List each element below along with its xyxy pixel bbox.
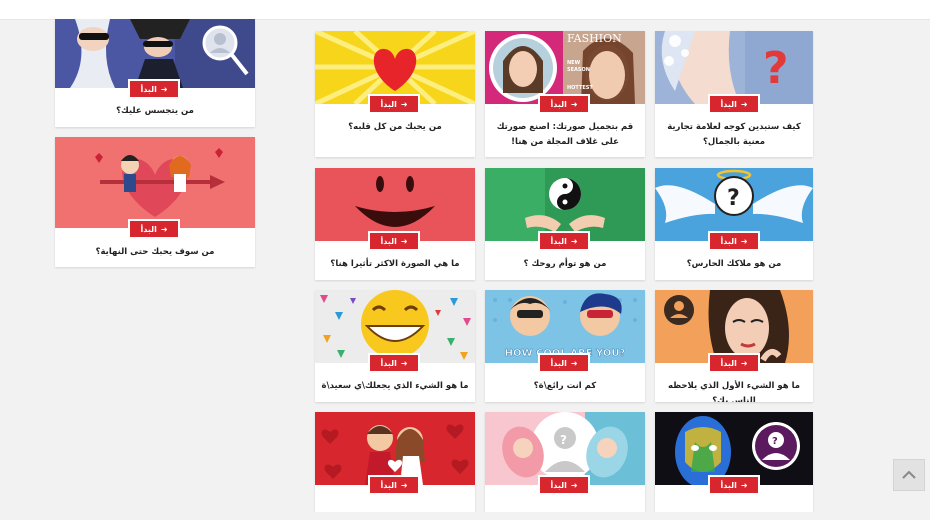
svg-text:?: ? bbox=[560, 433, 567, 447]
quiz-card[interactable]: ? البدأ ➜ كيف ستبدين كوجه لعلامة تجارية … bbox=[655, 31, 813, 157]
start-label: البدأ bbox=[720, 236, 737, 246]
quiz-card[interactable]: البدأ ➜ ما هو الشيء الذي يجعلك\ي سعيد\ة bbox=[315, 290, 475, 402]
arrow-icon: ➜ bbox=[160, 224, 168, 234]
start-button[interactable]: البدأ ➜ bbox=[708, 353, 760, 373]
quiz-card[interactable]: ? البدأ ➜ من هو ملاكك الحارس؟ bbox=[655, 168, 813, 280]
start-button[interactable]: البدأ ➜ bbox=[538, 475, 590, 495]
arrow-icon: ➜ bbox=[740, 99, 748, 109]
card-title[interactable]: ما هو الشيء الأول الذي يلاحظه الناس بك؟ bbox=[661, 379, 807, 402]
start-button[interactable]: البدأ ➜ bbox=[708, 475, 760, 495]
quiz-card[interactable]: ? البدأ ➜ bbox=[485, 412, 645, 520]
card-title[interactable]: كيف ستبدين كوجه لعلامة تجارية معنية بالج… bbox=[661, 120, 807, 150]
quiz-card[interactable]: البدأ ➜ من يتجسس عليك؟ bbox=[55, 19, 255, 127]
card-title[interactable]: من يتجسس عليك؟ bbox=[61, 104, 249, 119]
page-bottom-edge bbox=[0, 512, 930, 520]
card-title[interactable]: من هو توأم روحك ؟ bbox=[491, 257, 639, 272]
start-button[interactable]: البدأ ➜ bbox=[368, 475, 420, 495]
start-label: البدأ bbox=[380, 480, 397, 490]
start-button[interactable]: البدأ ➜ bbox=[128, 219, 180, 239]
start-label: البدأ bbox=[720, 480, 737, 490]
arrow-icon: ➜ bbox=[400, 480, 408, 490]
quiz-card[interactable]: البدأ ➜ من هو توأم روحك ؟ bbox=[485, 168, 645, 280]
card-title[interactable]: كم انت رائع\ة؟ bbox=[491, 379, 639, 394]
start-label: البدأ bbox=[380, 99, 397, 109]
arrow-icon: ➜ bbox=[570, 236, 578, 246]
start-label: البدأ bbox=[140, 84, 157, 94]
quiz-card[interactable]: البدأ ➜ bbox=[315, 412, 475, 520]
start-button[interactable]: البدأ ➜ bbox=[538, 353, 590, 373]
start-label: البدأ bbox=[720, 99, 737, 109]
scroll-to-top-button[interactable] bbox=[893, 459, 925, 491]
svg-text:?: ? bbox=[763, 43, 789, 94]
start-label: البدأ bbox=[140, 224, 157, 234]
card-title[interactable]: من سوف يحبك حتى النهاية؟ bbox=[61, 245, 249, 260]
quiz-card[interactable]: ? البدأ ➜ bbox=[655, 412, 813, 520]
svg-text:?: ? bbox=[727, 186, 740, 211]
start-button[interactable]: البدأ ➜ bbox=[708, 231, 760, 251]
card-title[interactable]: ما هي الصورة الاكثر تأثيرا هنا؟ bbox=[321, 257, 469, 272]
start-button[interactable]: البدأ ➜ bbox=[708, 94, 760, 114]
arrow-icon: ➜ bbox=[740, 236, 748, 246]
arrow-icon: ➜ bbox=[740, 358, 748, 368]
arrow-icon: ➜ bbox=[400, 236, 408, 246]
card-title[interactable]: من هو ملاكك الحارس؟ bbox=[661, 257, 807, 272]
magazine-line: SEASON bbox=[567, 67, 590, 73]
magazine-name: FASHION bbox=[567, 32, 622, 45]
arrow-icon: ➜ bbox=[160, 84, 168, 94]
arrow-icon: ➜ bbox=[740, 480, 748, 490]
magazine-line: HOTTEST bbox=[567, 85, 593, 91]
quiz-card[interactable]: البدأ ➜ ما هي الصورة الاكثر تأثيرا هنا؟ bbox=[315, 168, 475, 280]
arrow-icon: ➜ bbox=[570, 358, 578, 368]
start-label: البدأ bbox=[550, 480, 567, 490]
cupid-couple-image bbox=[55, 137, 255, 228]
chevron-up-icon bbox=[902, 470, 916, 479]
card-title[interactable]: ما هو الشيء الذي يجعلك\ي سعيد\ة bbox=[321, 379, 469, 394]
start-label: البدأ bbox=[550, 236, 567, 246]
start-button[interactable]: البدأ ➜ bbox=[368, 94, 420, 114]
start-button[interactable]: البدأ ➜ bbox=[368, 353, 420, 373]
card-title[interactable]: قم بتجميل صورتك: اصنع صورتك على غلاف الم… bbox=[491, 120, 639, 150]
quiz-card[interactable]: البدأ ➜ من يحبك من كل قلبه؟ bbox=[315, 31, 475, 157]
card-title[interactable]: من يحبك من كل قلبه؟ bbox=[321, 120, 469, 135]
start-button[interactable]: البدأ ➜ bbox=[368, 231, 420, 251]
start-label: البدأ bbox=[550, 358, 567, 368]
spy-couple-image bbox=[55, 19, 255, 88]
start-label: البدأ bbox=[380, 358, 397, 368]
svg-text:?: ? bbox=[772, 436, 778, 447]
top-bar bbox=[0, 0, 930, 20]
quiz-card[interactable]: البدأ ➜ ما هو الشيء الأول الذي يلاحظه ال… bbox=[655, 290, 813, 402]
quiz-card[interactable]: FASHION NEW SEASON HOTTEST البدأ ➜ قم بت… bbox=[485, 31, 645, 157]
arrow-icon: ➜ bbox=[570, 99, 578, 109]
start-label: البدأ bbox=[720, 358, 737, 368]
start-label: البدأ bbox=[380, 236, 397, 246]
start-button[interactable]: البدأ ➜ bbox=[538, 94, 590, 114]
arrow-icon: ➜ bbox=[400, 358, 408, 368]
arrow-icon: ➜ bbox=[570, 480, 578, 490]
start-button[interactable]: البدأ ➜ bbox=[538, 231, 590, 251]
start-button[interactable]: البدأ ➜ bbox=[128, 79, 180, 99]
arrow-icon: ➜ bbox=[400, 99, 408, 109]
magazine-line: NEW bbox=[567, 60, 581, 66]
start-label: البدأ bbox=[550, 99, 567, 109]
quiz-card[interactable]: البدأ ➜ من سوف يحبك حتى النهاية؟ bbox=[55, 137, 255, 267]
quiz-card[interactable]: HOW COOL ARE YOU? البدأ ➜ كم انت رائع\ة؟ bbox=[485, 290, 645, 402]
